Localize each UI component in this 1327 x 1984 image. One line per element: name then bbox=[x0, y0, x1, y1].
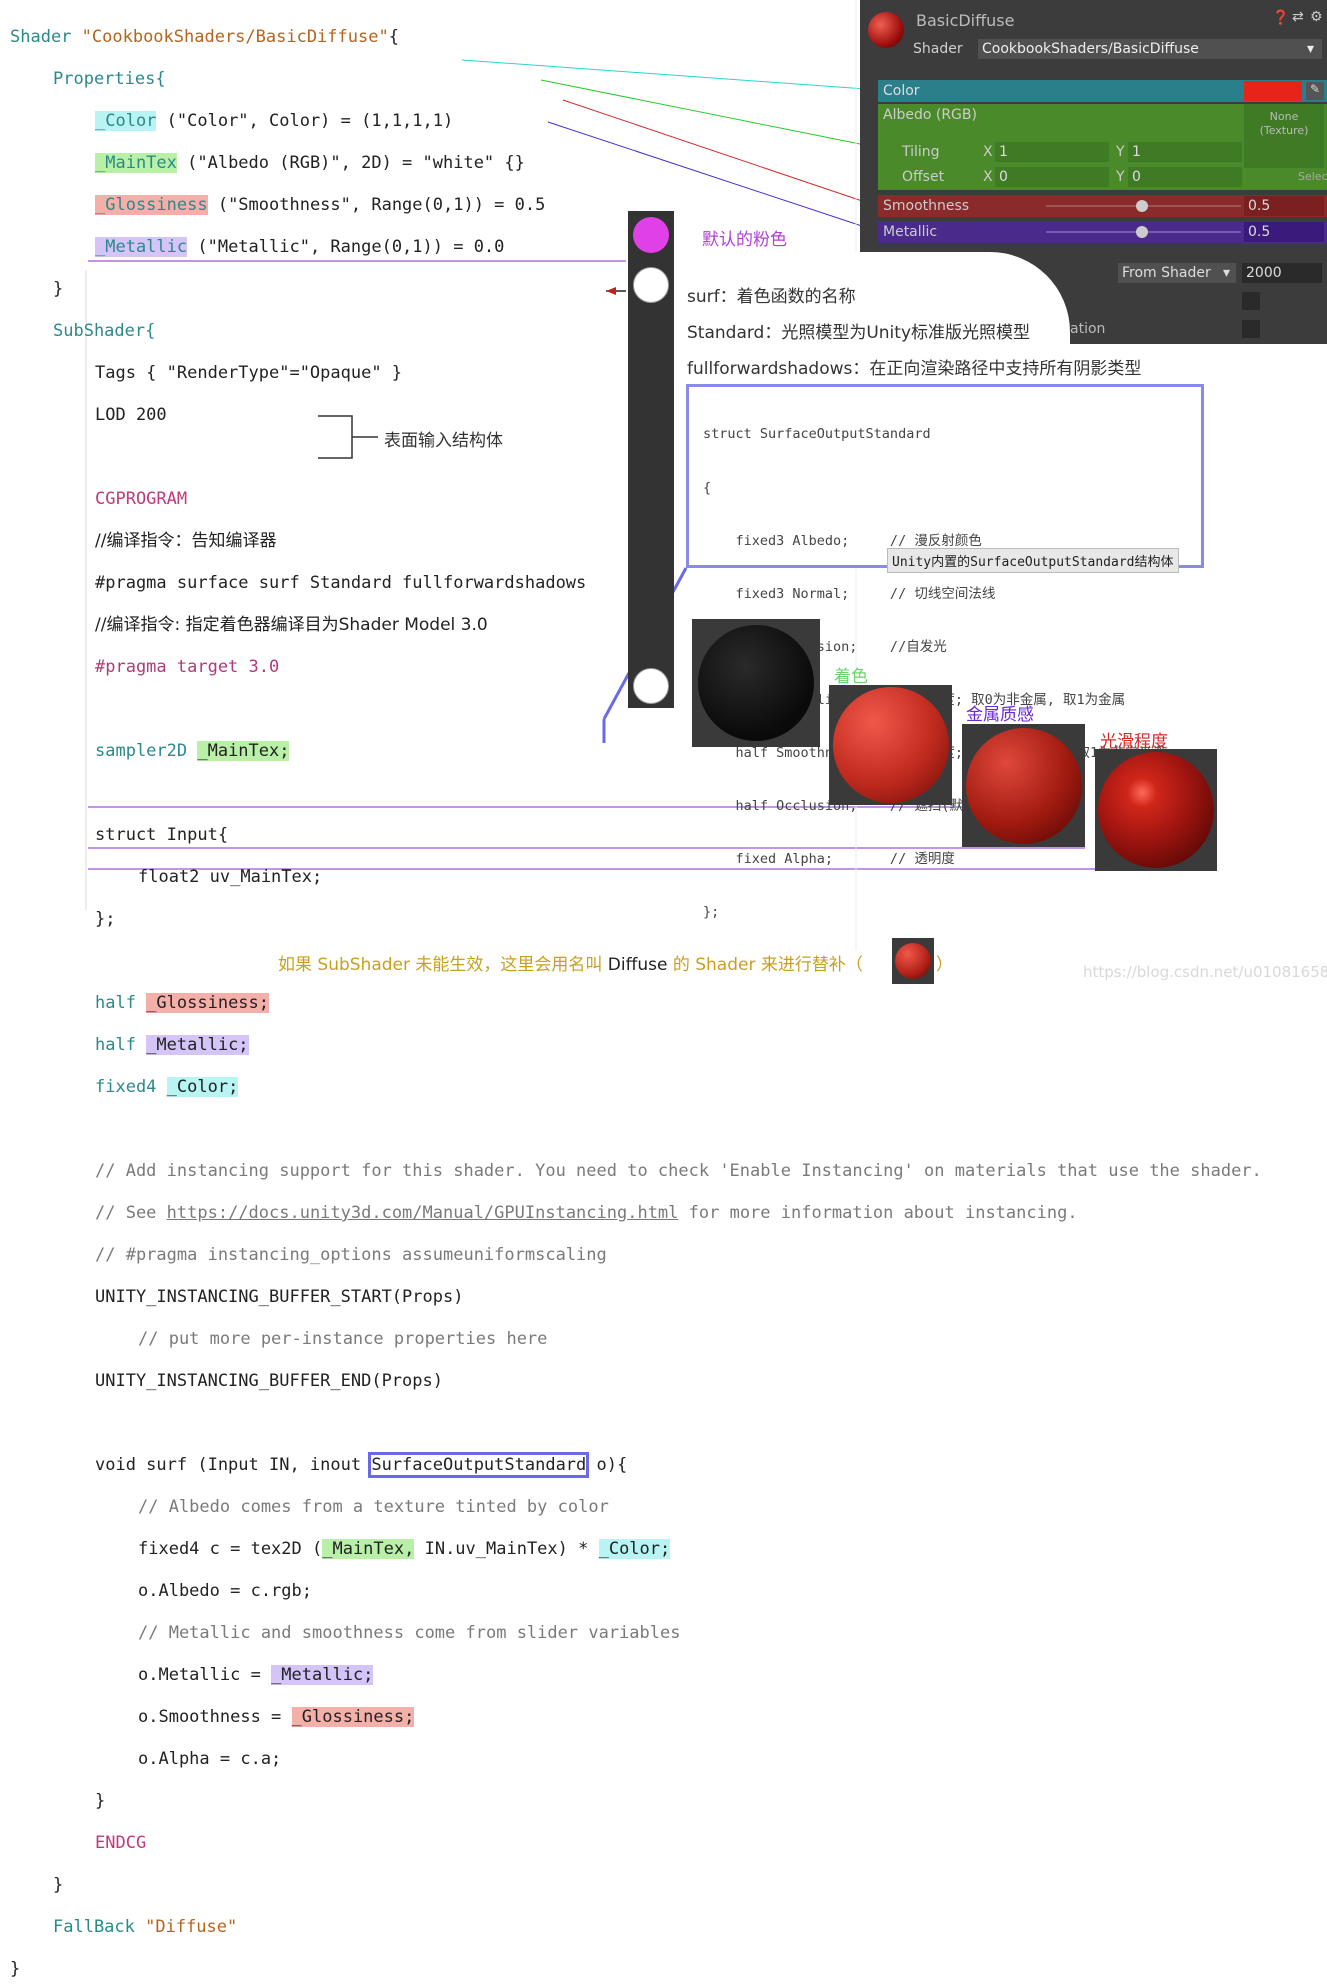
code-color-ref: _Color; bbox=[598, 1539, 671, 1559]
code-comment-put: // put more per-instance properties here bbox=[138, 1329, 548, 1349]
code-metallic-prop: _Metallic bbox=[95, 237, 188, 257]
red-sphere-box bbox=[829, 685, 952, 805]
code-metallic-def: ("Metallic", Range(0,1)) = 0.0 bbox=[187, 237, 505, 257]
code-maintex-prop: _MainTex bbox=[95, 153, 177, 173]
code-metallic-assign: o.Metallic = bbox=[138, 1665, 272, 1685]
code-surf-close: } bbox=[95, 1791, 106, 1811]
fallback-text-b: Diffuse bbox=[607, 955, 668, 975]
white-circle-top bbox=[633, 267, 669, 303]
eyedropper-icon[interactable]: ✎ bbox=[1306, 82, 1324, 100]
code-brace: { bbox=[388, 27, 399, 47]
code-maintex-def: ("Albedo (RGB)", 2D) = "white" {} bbox=[176, 153, 525, 173]
struct-surface-output-box: struct SurfaceOutputStandard { fixed3 Al… bbox=[686, 384, 1204, 920]
black-sphere bbox=[698, 625, 814, 741]
code-color-var: _Color; bbox=[166, 1077, 239, 1097]
docs-link[interactable]: https://docs.unity3d.com/Manual/GPUInsta… bbox=[167, 1203, 679, 1223]
struct-line: struct SurfaceOutputStandard bbox=[703, 426, 931, 443]
watermark: https://blog.csdn.net/u010816580 bbox=[1083, 963, 1327, 981]
select-button[interactable]: Select bbox=[1298, 170, 1327, 183]
code-comment-albedo: // Albedo comes from a texture tinted by… bbox=[138, 1497, 609, 1517]
code-shader-keyword: Shader bbox=[10, 27, 82, 47]
code-properties: Properties{ bbox=[53, 69, 166, 89]
fallback-sphere-box bbox=[892, 938, 934, 984]
struct-line: { bbox=[703, 479, 712, 496]
code-albedo-assign: o.Albedo = c.rgb; bbox=[138, 1581, 312, 1601]
code-comment-more: for more information about instancing. bbox=[678, 1203, 1078, 1223]
code-color-def: ("Color", Color) = (1,1,1,1) bbox=[156, 111, 454, 131]
fallback-text-a: 如果 SubShader 未能生效，这里会用名叫 bbox=[278, 955, 608, 975]
code-half-2: half bbox=[95, 1035, 147, 1055]
code-glossiness-var: _Glossiness; bbox=[146, 993, 270, 1013]
code-metallic-ref: _Metallic; bbox=[271, 1665, 374, 1685]
code-surf-end: o){ bbox=[586, 1455, 628, 1475]
code-metallic-var: _Metallic; bbox=[146, 1035, 249, 1055]
code-surface-output: SurfaceOutputStandard bbox=[368, 1452, 590, 1478]
code-buffer-end: UNITY_INSTANCING_BUFFER_END(Props) bbox=[95, 1371, 443, 1391]
code-subshader-close: } bbox=[53, 1875, 64, 1895]
code-comment-metallic: // Metallic and smoothness come from sli… bbox=[138, 1623, 681, 1643]
code-alpha-assign: o.Alpha = c.a; bbox=[138, 1749, 282, 1769]
struct-line: fixed3 Normal; // 切线空间法线 bbox=[703, 585, 996, 602]
metal-sphere-box bbox=[962, 724, 1085, 847]
shade-label: 着色 bbox=[834, 667, 868, 687]
code-comment-instancing: // Add instancing support for this shade… bbox=[95, 1161, 1262, 1181]
red-sphere bbox=[833, 687, 949, 803]
input-struct-annotation: 表面输入结构体 bbox=[384, 431, 503, 451]
code-glossiness-prop: _Glossiness bbox=[95, 195, 208, 215]
metal-label: 金属质感 bbox=[966, 705, 1034, 725]
default-pink-sphere bbox=[633, 217, 669, 253]
smooth-sphere-box bbox=[1095, 749, 1217, 871]
code-endcg: ENDCG bbox=[95, 1833, 147, 1853]
code-comment-see: // See bbox=[95, 1203, 167, 1223]
code-shader-name: "CookbookShaders/BasicDiffuse" bbox=[81, 27, 389, 47]
metal-sphere bbox=[966, 728, 1082, 844]
code-shader-close: } bbox=[10, 1959, 21, 1979]
white-circle-bottom bbox=[633, 668, 669, 704]
fullforward-annotation: fullforwardshadows：在正向渲染路径中支持所有阴影类型 bbox=[687, 359, 1142, 379]
fallback-close: ） bbox=[936, 955, 953, 975]
code-sampler: sampler2D bbox=[95, 741, 198, 761]
code-glossiness-def: ("Smoothness", Range(0,1)) = 0.5 bbox=[207, 195, 546, 215]
code-fallback: FallBack bbox=[53, 1917, 146, 1937]
gear-icon[interactable]: ⚙ bbox=[1310, 9, 1323, 25]
code-buffer-start: UNITY_INSTANCING_BUFFER_START(Props) bbox=[95, 1287, 464, 1307]
help-icon[interactable]: ❓ bbox=[1272, 10, 1289, 26]
struct-line: }; bbox=[703, 904, 720, 921]
code-uv-ref: IN.uv_MainTex) * bbox=[414, 1539, 599, 1559]
code-fixed4-c: fixed4 c = tex2D ( bbox=[138, 1539, 323, 1559]
chevron-down-icon: ▾ bbox=[1306, 41, 1314, 57]
code-sampler-var: _MainTex; bbox=[197, 741, 290, 761]
code-maintex-ref: _MainTex, bbox=[322, 1539, 415, 1559]
code-smoothness-assign: o.Smoothness = bbox=[138, 1707, 292, 1727]
code-color-prop: _Color bbox=[95, 111, 157, 131]
fallback-sphere bbox=[895, 943, 931, 979]
black-sphere-box bbox=[692, 619, 820, 747]
code-void-surf: void surf (Input IN, inout bbox=[95, 1455, 372, 1475]
settings-icon[interactable]: ⇄ bbox=[1292, 9, 1304, 25]
surf-annotation: surf：着色函数的名称 bbox=[687, 287, 856, 307]
code-comment-pragma: // #pragma instancing_options assumeunif… bbox=[95, 1245, 607, 1265]
fallback-annotation: 如果 SubShader 未能生效，这里会用名叫 Diffuse 的 Shade… bbox=[278, 950, 863, 975]
smooth-sphere bbox=[1098, 752, 1214, 868]
code-half: half bbox=[95, 993, 147, 1013]
code-fixed4: fixed4 bbox=[95, 1077, 167, 1097]
code-glossiness-ref: _Glossiness; bbox=[291, 1707, 415, 1727]
standard-annotation: Standard：光照模型为Unity标准版光照模型 bbox=[687, 323, 1031, 343]
fallback-text-c: 的 Shader 来进行替补（ bbox=[667, 955, 863, 975]
code-fallback-name: "Diffuse" bbox=[145, 1917, 238, 1937]
struct-caption: Unity内置的SurfaceOutputStandard结构体 bbox=[887, 548, 1179, 573]
default-pink-label: 默认的粉色 bbox=[702, 230, 787, 250]
